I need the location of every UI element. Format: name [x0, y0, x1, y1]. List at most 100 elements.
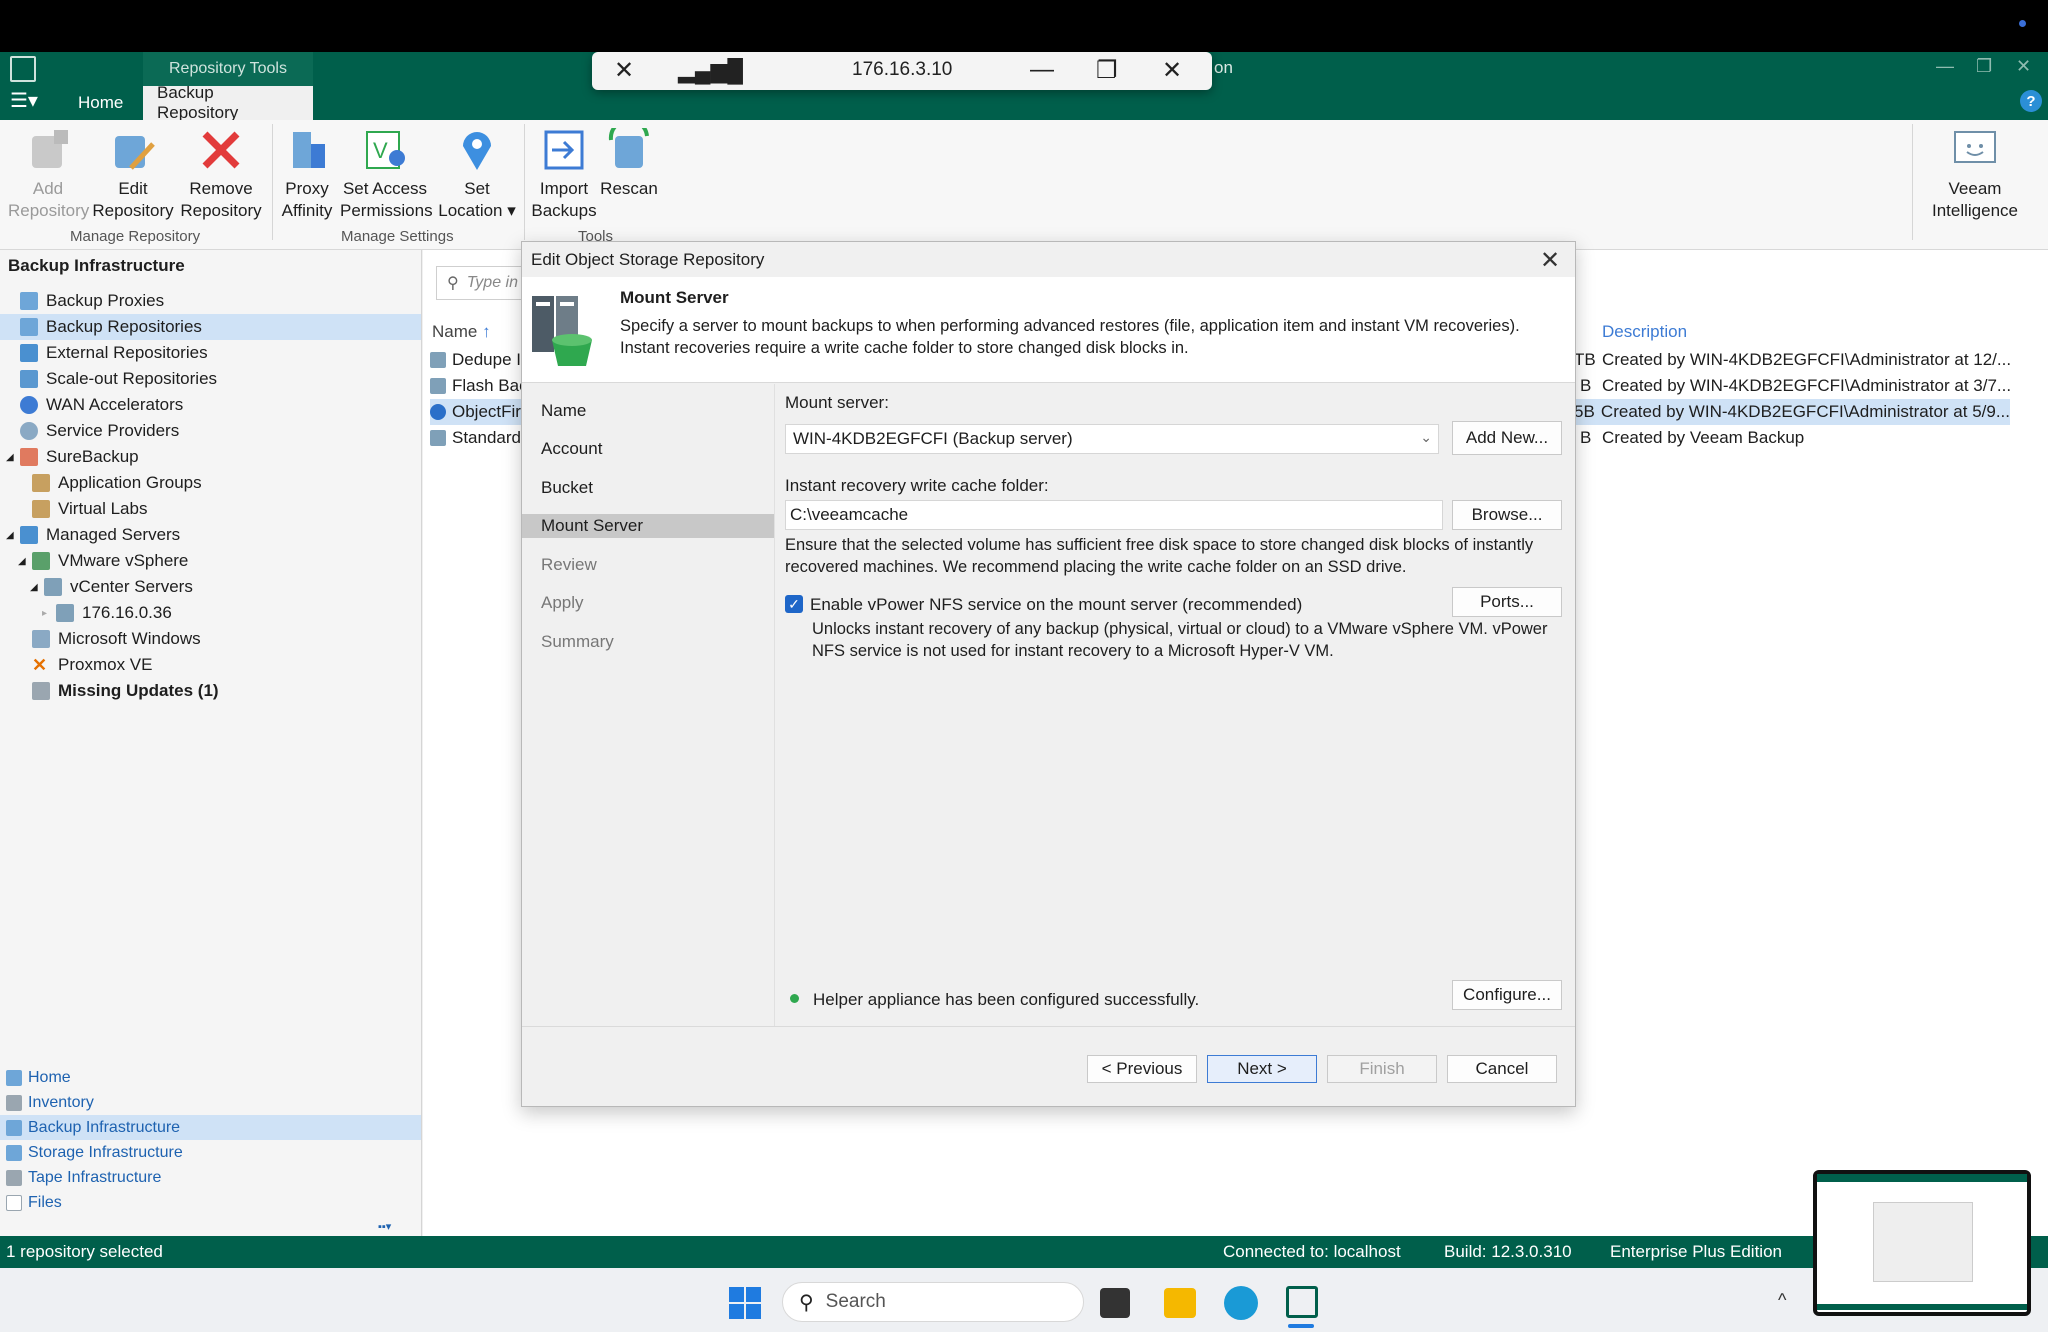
edge-browser-icon[interactable] — [1224, 1286, 1258, 1320]
signal-strength-icon[interactable]: ▂▄▆█ — [678, 58, 743, 84]
chevron-up-icon[interactable]: ^ — [1778, 1290, 1786, 1311]
scaleout-icon — [20, 370, 38, 388]
collapse-icon[interactable]: ◢ — [6, 452, 20, 463]
tree-item-managed-servers[interactable]: ◢ Managed Servers — [0, 522, 421, 548]
rescan-button[interactable]: Rescan — [600, 117, 658, 200]
list-item[interactable]: Flash Bac — [430, 373, 528, 399]
tree-item-scaleout-repositories[interactable]: Scale-out Repositories — [0, 366, 421, 392]
cancel-button[interactable]: Cancel — [1447, 1055, 1557, 1083]
tree-item-backup-proxies[interactable]: Backup Proxies — [0, 288, 421, 314]
list-item[interactable]: Standard — [430, 425, 521, 451]
expand-icon[interactable]: ▸ — [42, 608, 56, 619]
nav-inventory[interactable]: Inventory — [0, 1090, 421, 1115]
step-name[interactable]: Name — [522, 399, 774, 423]
tree-item-microsoft-windows[interactable]: Microsoft Windows — [0, 626, 421, 652]
restore-icon[interactable]: ❐ — [1976, 56, 1992, 77]
external-repo-icon — [20, 344, 38, 362]
proxy-affinity-button[interactable]: Proxy Affinity — [276, 128, 338, 222]
tree-item-service-providers[interactable]: Service Providers — [0, 418, 421, 444]
ribbon-separator — [1912, 124, 1913, 240]
steps-divider — [774, 384, 775, 1026]
browse-button[interactable]: Browse... — [1452, 500, 1562, 530]
nav-home[interactable]: Home — [0, 1065, 421, 1090]
step-summary: Summary — [541, 632, 614, 651]
files-icon — [6, 1194, 22, 1211]
tree-item-application-groups[interactable]: Application Groups — [0, 470, 421, 496]
step-account[interactable]: Account — [522, 437, 774, 461]
previous-button[interactable]: < Previous — [1087, 1055, 1197, 1083]
next-button[interactable]: Next > — [1207, 1055, 1317, 1083]
veeam-intelligence-button[interactable]: Veeam Intelligence — [1920, 128, 2030, 222]
tree-item-virtual-labs[interactable]: Virtual Labs — [0, 496, 421, 522]
file-explorer-icon[interactable] — [1164, 1288, 1196, 1318]
vpower-nfs-note: Unlocks instant recovery of any backup (… — [812, 620, 1548, 660]
remove-repository-button[interactable]: Remove Repository — [178, 128, 264, 222]
column-header-name[interactable]: Name ↑ — [432, 322, 491, 342]
column-header-description[interactable]: Description — [1602, 322, 1687, 342]
tree-item-wan-accelerators[interactable]: WAN Accelerators — [0, 392, 421, 418]
collapse-icon[interactable]: ◢ — [30, 582, 44, 593]
nav-files[interactable]: Files — [0, 1190, 421, 1215]
nav-backup-infrastructure[interactable]: Backup Infrastructure — [0, 1115, 421, 1140]
task-view-icon[interactable] — [1100, 1288, 1130, 1318]
minimize-icon[interactable]: — — [1936, 56, 1954, 77]
rdp-restore-icon[interactable]: ❐ — [1096, 56, 1118, 85]
tree-item-missing-updates[interactable]: Missing Updates (1) — [0, 678, 421, 704]
set-location-button[interactable]: Set Location ▾ — [434, 128, 520, 222]
step-bucket[interactable]: Bucket — [522, 476, 774, 500]
ports-button[interactable]: Ports... — [1452, 587, 1562, 617]
tree-item-proxmox-ve[interactable]: ✕ Proxmox VE — [0, 652, 421, 678]
inventory-icon — [6, 1094, 22, 1111]
status-edition: Enterprise Plus Edition — [1610, 1242, 1782, 1261]
nav-options-icon[interactable]: ▪▪▾ — [378, 1220, 391, 1233]
cache-folder-input[interactable]: C:\veeamcache — [785, 500, 1443, 530]
list-cell-description: 5B Created by WIN-4KDB2EGFCFI\Administrat… — [1574, 399, 2010, 425]
enable-vpower-nfs-checkbox[interactable]: ✓ — [785, 595, 803, 613]
rdp-close-icon[interactable]: ✕ — [1162, 56, 1182, 85]
tree-item-external-repositories[interactable]: External Repositories — [0, 340, 421, 366]
tab-home[interactable]: Home — [64, 86, 137, 120]
rdp-minimize-icon[interactable]: — — [1030, 56, 1054, 84]
status-bar: 1 repository selected Connected to: loca… — [0, 1236, 2048, 1268]
list-item-selected[interactable]: ObjectFir — [430, 399, 522, 425]
mount-server-select[interactable]: WIN-4KDB2EGFCFI (Backup server) ⌄ — [785, 424, 1439, 454]
camera-indicator — [2019, 20, 2026, 27]
taskbar-search[interactable]: ⚲ Search — [782, 1282, 1084, 1322]
tree-item-surebackup[interactable]: ◢ SureBackup — [0, 444, 421, 470]
sort-ascending-icon: ↑ — [482, 322, 491, 341]
nav-storage-infrastructure[interactable]: Storage Infrastructure — [0, 1140, 421, 1165]
enable-vpower-nfs-label[interactable]: Enable vPower NFS service on the mount s… — [810, 595, 1302, 615]
add-new-button[interactable]: Add New... — [1452, 421, 1562, 455]
add-repository-button[interactable]: Add Repository — [8, 128, 89, 222]
windows-start-icon[interactable] — [728, 1286, 762, 1320]
tree-item-vcenter-host[interactable]: ▸ 176.16.0.36 — [0, 600, 421, 626]
search-icon: ⚲ — [799, 1291, 814, 1314]
collapse-icon[interactable]: ◢ — [18, 556, 32, 567]
infrastructure-icon — [6, 1119, 22, 1136]
dialog-close-icon[interactable]: ✕ — [1540, 246, 1560, 275]
nav-tape-infrastructure[interactable]: Tape Infrastructure — [0, 1165, 421, 1190]
list-item[interactable]: Dedupe I — [430, 347, 521, 373]
tree-item-vcenter-servers[interactable]: ◢ vCenter Servers — [0, 574, 421, 600]
configure-button[interactable]: Configure... — [1452, 980, 1562, 1010]
step-mount-server[interactable]: Mount Server — [522, 514, 774, 538]
help-icon[interactable]: ? — [2020, 90, 2042, 112]
tree-item-backup-repositories[interactable]: Backup Repositories — [0, 314, 421, 340]
veeam-intelligence-icon — [1951, 128, 1999, 172]
import-backups-button[interactable]: Import Backups — [528, 128, 600, 222]
unpin-icon[interactable]: ✕ — [614, 56, 634, 85]
svg-text:V: V — [373, 138, 388, 163]
set-access-permissions-button[interactable]: V Set Access Permissions — [340, 128, 433, 222]
surebackup-icon — [20, 448, 38, 466]
tab-backup-repository[interactable]: Backup Repository — [143, 83, 313, 122]
edit-repository-button[interactable]: Edit Repository — [90, 128, 176, 222]
collapse-icon[interactable]: ◢ — [6, 530, 20, 541]
veeam-taskbar-icon[interactable] — [1286, 1286, 1318, 1318]
taskbar-window-preview[interactable] — [1813, 1170, 2031, 1316]
main-menu-button[interactable]: ☰▾ — [10, 88, 38, 113]
step-apply: Apply — [541, 593, 584, 612]
close-icon[interactable]: ✕ — [2016, 56, 2031, 77]
tree-item-vmware-vsphere[interactable]: ◢ VMware vSphere — [0, 548, 421, 574]
finish-button: Finish — [1327, 1055, 1437, 1083]
ribbon-separator — [272, 124, 273, 240]
